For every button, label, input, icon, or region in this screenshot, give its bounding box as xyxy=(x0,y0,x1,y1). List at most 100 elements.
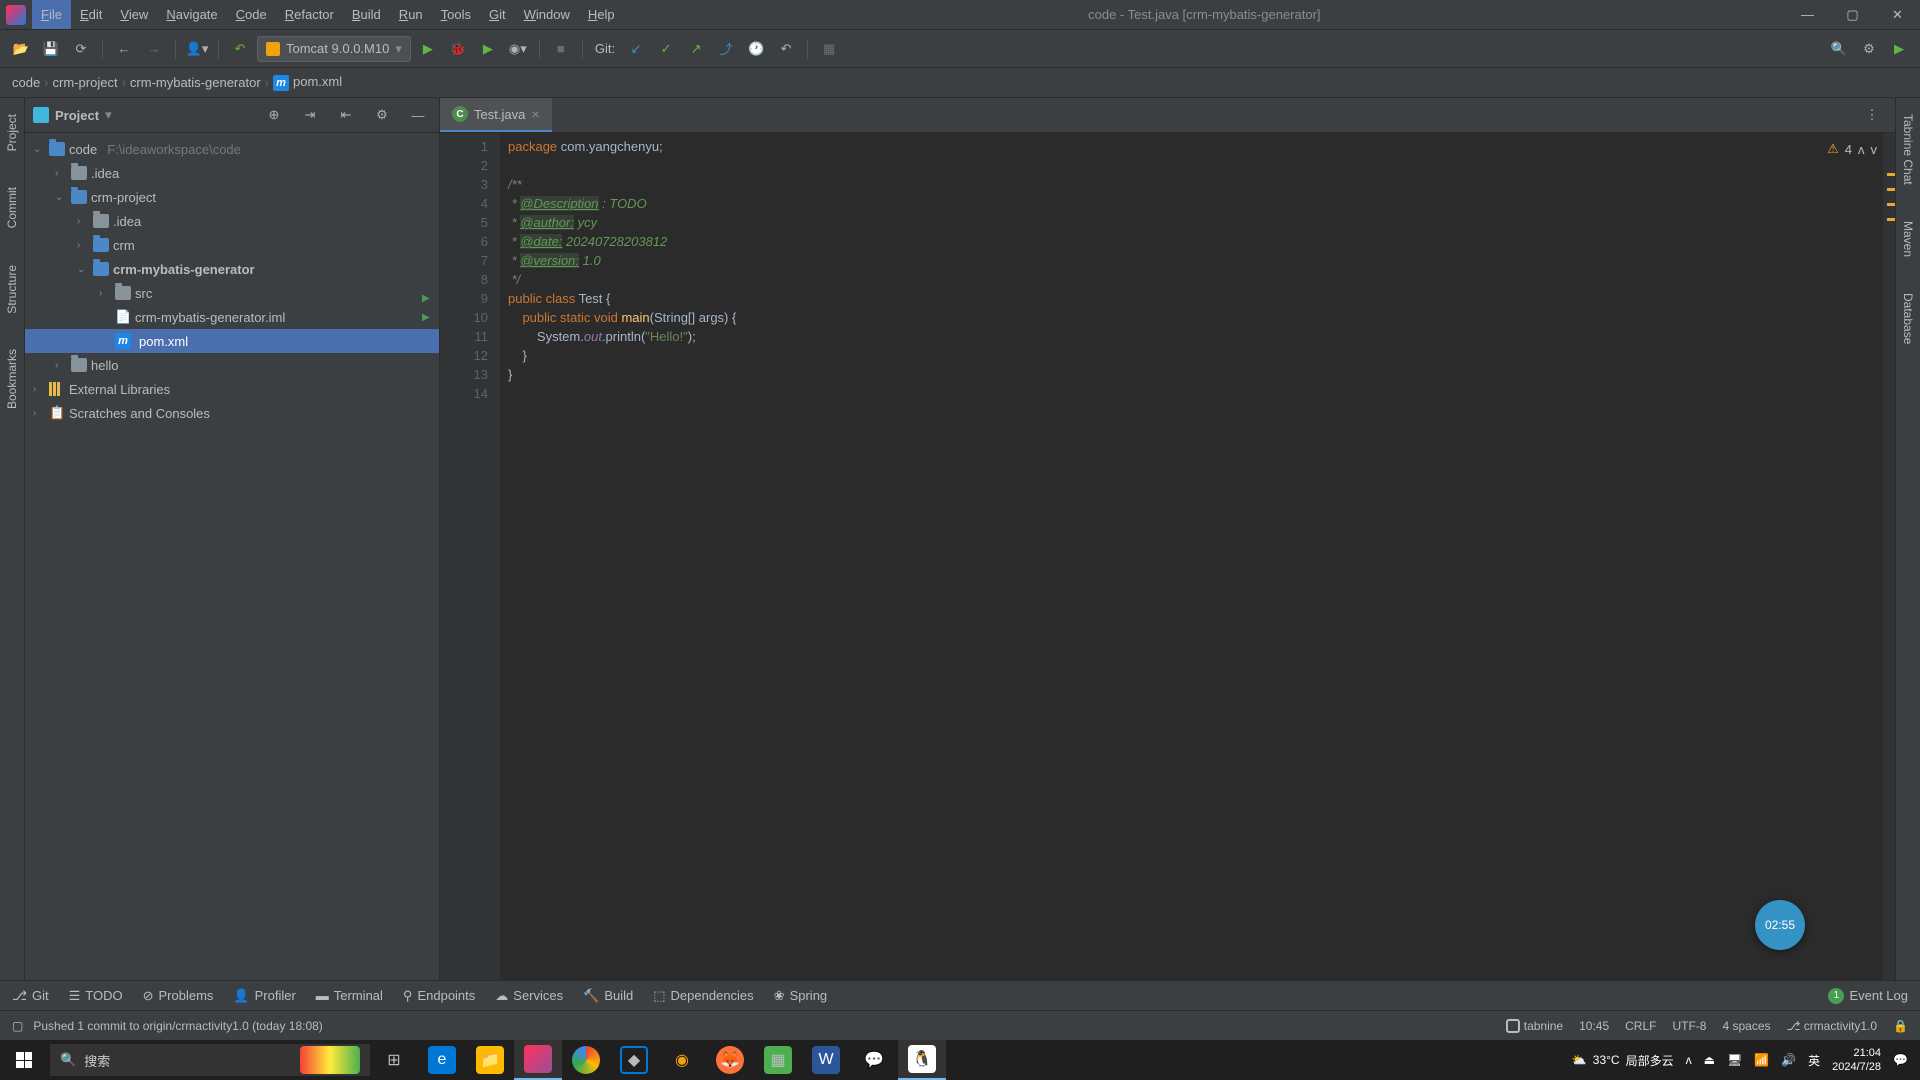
right-tab-database[interactable]: Database xyxy=(1899,285,1917,352)
menu-run[interactable]: Run xyxy=(390,0,432,29)
tray-ime[interactable]: 英 xyxy=(1808,1052,1820,1069)
profile-icon[interactable]: 👤▾ xyxy=(184,36,210,62)
menu-window[interactable]: Window xyxy=(515,0,579,29)
tree-node[interactable]: ⌄crm-mybatis-generator xyxy=(25,257,439,281)
error-stripe[interactable] xyxy=(1883,133,1895,980)
right-tab-tabnine-chat[interactable]: Tabnine Chat xyxy=(1899,106,1917,193)
firefox-icon[interactable]: 🦊 xyxy=(706,1040,754,1080)
tree-node[interactable]: ⌄codeF:\ideaworkspace\code xyxy=(25,137,439,161)
tree-node[interactable]: ›hello xyxy=(25,353,439,377)
git-revert-icon[interactable]: ↶ xyxy=(773,36,799,62)
menu-refactor[interactable]: Refactor xyxy=(276,0,343,29)
back-icon[interactable]: ← xyxy=(111,36,137,62)
menu-help[interactable]: Help xyxy=(579,0,624,29)
line-separator[interactable]: CRLF xyxy=(1625,1019,1656,1033)
git-pull-icon[interactable]: ↙ xyxy=(623,36,649,62)
bottom-tab-spring[interactable]: ❀Spring xyxy=(774,988,827,1004)
panel-settings-icon[interactable]: ⚙ xyxy=(369,102,395,128)
git-push-icon[interactable]: ↗ xyxy=(683,36,709,62)
tree-node[interactable]: ›External Libraries xyxy=(25,377,439,401)
caret-position[interactable]: 10:45 xyxy=(1579,1019,1609,1033)
git-branch[interactable]: ⎇ crmactivity1.0 xyxy=(1787,1019,1878,1033)
breadcrumb-file[interactable]: mpom.xml xyxy=(273,74,342,91)
tray-volume-icon[interactable]: 🔊 xyxy=(1781,1053,1796,1067)
tree-node[interactable]: ›.idea xyxy=(25,209,439,233)
weather-widget[interactable]: ⛅ 33°C 局部多云 xyxy=(1572,1052,1674,1069)
bottom-tab-git[interactable]: ⎇Git xyxy=(12,988,49,1004)
editor-tab[interactable]: C Test.java × xyxy=(440,98,552,132)
tabnine-widget[interactable]: tabnine xyxy=(1506,1019,1563,1033)
left-tab-structure[interactable]: Structure xyxy=(3,257,21,322)
tree-node[interactable]: 📄crm-mybatis-generator.iml xyxy=(25,305,439,329)
extra-icon[interactable]: ▦ xyxy=(816,36,842,62)
event-log[interactable]: 1Event Log xyxy=(1828,988,1908,1004)
bottom-tab-endpoints[interactable]: ⚲Endpoints xyxy=(403,988,475,1004)
menu-navigate[interactable]: Navigate xyxy=(157,0,226,29)
right-tab-maven[interactable]: Maven xyxy=(1899,213,1917,265)
settings-icon[interactable]: ⚙ xyxy=(1856,36,1882,62)
maximize-button[interactable]: ▢ xyxy=(1830,0,1875,29)
project-tree[interactable]: ⌄codeF:\ideaworkspace\code›.idea⌄crm-pro… xyxy=(25,133,439,980)
tree-node[interactable]: ›📋Scratches and Consoles xyxy=(25,401,439,425)
tab-options-icon[interactable]: ⋮ xyxy=(1859,102,1885,128)
close-button[interactable]: ✕ xyxy=(1875,0,1920,29)
left-tab-project[interactable]: Project xyxy=(3,106,21,159)
save-icon[interactable]: 💾 xyxy=(38,36,64,62)
stop-icon[interactable]: ■ xyxy=(548,36,574,62)
wechat-icon[interactable]: 💬 xyxy=(850,1040,898,1080)
word-icon[interactable]: W xyxy=(802,1040,850,1080)
run-icon[interactable]: ▶ xyxy=(415,36,441,62)
tree-node[interactable]: mpom.xml xyxy=(25,329,439,353)
next-highlight-icon[interactable]: v xyxy=(1871,142,1878,157)
bottom-tab-profiler[interactable]: 👤Profiler xyxy=(233,988,295,1004)
tree-node[interactable]: ›crm xyxy=(25,233,439,257)
toolbox-icon[interactable]: ▶ xyxy=(1886,36,1912,62)
menu-code[interactable]: Code xyxy=(227,0,276,29)
bottom-tab-dependencies[interactable]: ⬚Dependencies xyxy=(653,988,753,1004)
tray-wifi-icon[interactable]: 📶 xyxy=(1754,1053,1769,1067)
git-history-icon[interactable]: ⤴ xyxy=(713,36,739,62)
lock-icon[interactable]: 🔒 xyxy=(1893,1019,1908,1033)
tray-usb-icon[interactable]: ⏏ xyxy=(1704,1053,1715,1067)
breadcrumb-item[interactable]: crm-mybatis-generator xyxy=(130,75,261,90)
prev-highlight-icon[interactable]: ʌ xyxy=(1858,142,1865,157)
left-tab-commit[interactable]: Commit xyxy=(3,179,21,236)
close-tab-icon[interactable]: × xyxy=(531,106,539,122)
bottom-tab-build[interactable]: 🔨Build xyxy=(583,988,633,1004)
minimize-button[interactable]: — xyxy=(1785,0,1830,29)
profile-run-icon[interactable]: ◉▾ xyxy=(505,36,531,62)
task-view-icon[interactable]: ⊞ xyxy=(370,1040,418,1080)
explorer-icon[interactable]: 📁 xyxy=(466,1040,514,1080)
git-clock-icon[interactable]: 🕐 xyxy=(743,36,769,62)
notifications-icon[interactable]: 💬 xyxy=(1893,1053,1908,1067)
expand-all-icon[interactable]: ⇥ xyxy=(297,102,323,128)
breadcrumb-item[interactable]: code xyxy=(12,75,40,90)
tray-chevron-icon[interactable]: ʌ xyxy=(1686,1053,1692,1067)
app-icon-3[interactable]: ▦ xyxy=(754,1040,802,1080)
forward-icon[interactable]: → xyxy=(141,36,167,62)
taskbar-search[interactable]: 🔍 搜索 xyxy=(50,1044,370,1076)
panel-minimize-icon[interactable]: — xyxy=(405,102,431,128)
menu-edit[interactable]: Edit xyxy=(71,0,111,29)
taskbar-clock[interactable]: 21:04 2024/7/28 xyxy=(1832,1046,1881,1074)
coverage-icon[interactable]: ▶ xyxy=(475,36,501,62)
debug-icon[interactable]: 🐞 xyxy=(445,36,471,62)
tree-node[interactable]: ⌄crm-project xyxy=(25,185,439,209)
menu-tools[interactable]: Tools xyxy=(432,0,480,29)
collapse-all-icon[interactable]: ⇤ xyxy=(333,102,359,128)
menu-view[interactable]: View xyxy=(111,0,157,29)
bottom-tab-terminal[interactable]: ▬Terminal xyxy=(316,988,383,1003)
panel-dropdown-icon[interactable]: ▾ xyxy=(105,107,112,123)
left-tab-bookmarks[interactable]: Bookmarks xyxy=(3,341,21,417)
qq-icon[interactable]: 🐧 xyxy=(898,1040,946,1080)
menu-file[interactable]: File xyxy=(32,0,71,29)
search-icon[interactable]: 🔍 xyxy=(1826,36,1852,62)
bottom-tab-problems[interactable]: ⊘Problems xyxy=(143,988,214,1004)
tree-node[interactable]: ›.idea xyxy=(25,161,439,185)
menu-build[interactable]: Build xyxy=(343,0,390,29)
tray-network-icon[interactable]: 🖥 xyxy=(1727,1053,1742,1067)
breadcrumb-item[interactable]: crm-project xyxy=(53,75,118,90)
code-editor[interactable]: 12345678▶9▶1011121314 package com.yangch… xyxy=(440,133,1895,980)
undo-build-icon[interactable]: ↶ xyxy=(227,36,253,62)
bottom-tab-todo[interactable]: ☰TODO xyxy=(69,988,123,1004)
